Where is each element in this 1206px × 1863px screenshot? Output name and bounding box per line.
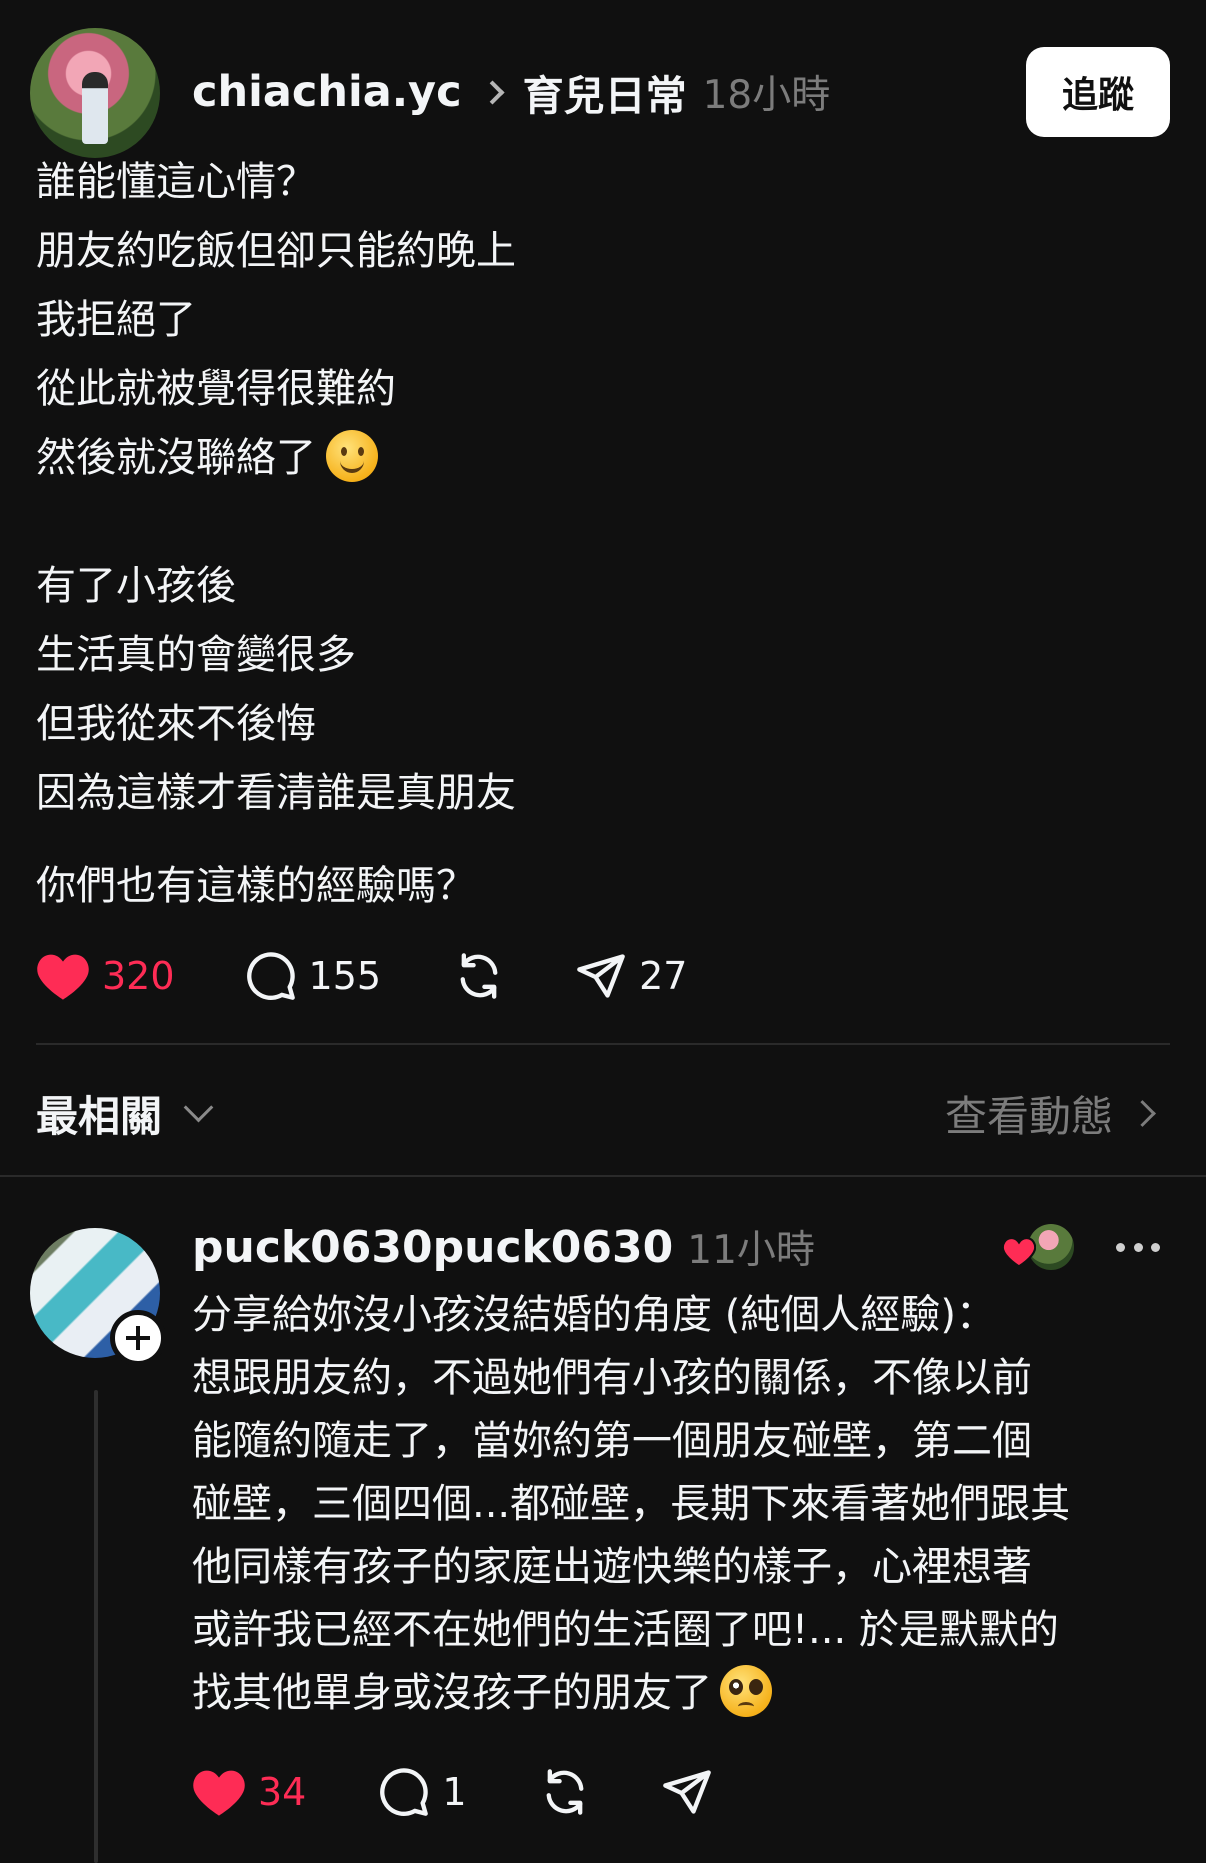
comment-bubble-icon (380, 1768, 429, 1816)
reply-repost-button[interactable] (539, 1766, 591, 1818)
smiling-face-emoji-icon (326, 430, 378, 482)
more-dot (1116, 1242, 1125, 1252)
pleading-face-emoji-icon (720, 1665, 772, 1717)
post-line: 生活真的會變很多 (36, 632, 356, 678)
repost-icon (460, 953, 498, 999)
post-line: 從此就被覺得很難約 (36, 366, 396, 412)
section-divider (0, 1175, 1206, 1177)
more-dot (1151, 1242, 1160, 1252)
post-line: 你們也有這樣的經驗嗎？ (36, 863, 476, 909)
chevron-right-icon (1129, 1099, 1156, 1127)
comment-sort-dropdown[interactable]: 最相關 (36, 1080, 214, 1146)
heart-filled-icon (193, 1770, 245, 1816)
comment-count: 155 (308, 954, 382, 998)
reply-line: 能隨約隨走了，當妳約第一個朋友碰壁，第二個 (192, 1418, 1032, 1464)
post-timestamp: 18小時 (702, 73, 831, 118)
post-paragraph-2: 有了小孩後 生活真的會變很多 但我從來不後悔 因為這樣才看清誰是真朋友 (36, 552, 1166, 828)
post-divider (36, 1043, 1170, 1045)
reply-line-with-emoji: 找其他單身或沒孩子的朋友了 (192, 1662, 1172, 1725)
share-count: 27 (639, 954, 688, 998)
comment-button[interactable]: 155 (245, 950, 382, 1002)
follow-button[interactable]: 追蹤 (1026, 47, 1170, 137)
sort-label: 最相關 (36, 1091, 163, 1141)
post-line: 有了小孩後 (36, 563, 236, 609)
reply-comment-button[interactable]: 1 (378, 1766, 467, 1818)
post-paragraph-3: 你們也有這樣的經驗嗎？ (36, 852, 1166, 921)
reply-line: 找其他單身或沒孩子的朋友了 (192, 1670, 712, 1716)
reply-comment-count: 1 (442, 1770, 467, 1814)
reply-line: 碰壁，三個四個...都碰壁，長期下來看著她們跟其 (192, 1481, 1071, 1527)
reply-line: 分享給妳沒小孩沒結婚的角度 (純個人經驗)： (192, 1292, 996, 1338)
like-button[interactable]: 320 (36, 951, 175, 1001)
view-activity-link[interactable]: 查看動態 (944, 1080, 1156, 1146)
post-paragraph-1: 誰能懂這心情？ 朋友約吃飯但卻只能約晚上 我拒絕了 從此就被覺得很難約 然後就沒… (36, 148, 1166, 493)
reply-line: 或許我已經不在她們的生活圈了吧!... 於是默默的 (192, 1607, 1059, 1653)
more-dot (1133, 1242, 1143, 1252)
reply-body: 分享給妳沒小孩沒結婚的角度 (純個人經驗)： 想跟朋友約，不過她們有小孩的關係，… (192, 1284, 1172, 1725)
author-liked-indicator (1002, 1220, 1082, 1276)
send-icon (577, 954, 625, 998)
author-avatar[interactable] (30, 28, 160, 158)
reply-header: puck0630puck0630 11小時 (192, 1217, 815, 1277)
send-icon (662, 1770, 711, 1814)
reply-timestamp: 11小時 (687, 1228, 815, 1273)
reply-line: 他同樣有孩子的家庭出遊快樂的樣子，心裡想著 (192, 1544, 1032, 1590)
comment-bubble-icon (246, 952, 295, 1000)
post-line: 朋友約吃飯但卻只能約晚上 (36, 228, 516, 274)
follow-plus-icon[interactable] (110, 1310, 166, 1366)
chevron-down-icon (183, 1092, 214, 1122)
avatar-person-figure (82, 72, 108, 144)
reply-thread-line (94, 1390, 98, 1863)
post-line: 我拒絕了 (36, 297, 196, 343)
view-activity-label: 查看動態 (944, 1091, 1113, 1141)
post-line: 然後就沒聯絡了 (36, 435, 316, 481)
heart-filled-icon (1002, 1237, 1036, 1267)
reply-like-button[interactable]: 34 (192, 1767, 306, 1817)
reply-line: 想跟朋友約，不過她們有小孩的關係，不像以前 (192, 1355, 1032, 1401)
like-count: 320 (102, 954, 175, 998)
reply-like-count: 34 (258, 1770, 307, 1814)
post-line: 但我從來不後悔 (36, 701, 316, 747)
author-username[interactable]: chiachia.yc (192, 67, 462, 117)
threads-post-page: chiachia.yc 育兒日常 18小時 追蹤 誰能懂這心情？ 朋友約吃飯但卻… (0, 0, 1206, 1863)
reply-share-button[interactable] (661, 1766, 713, 1818)
repost-icon (546, 1769, 583, 1815)
post-action-bar: 320 155 27 (36, 946, 687, 1006)
post-line: 因為這樣才看清誰是真朋友 (36, 770, 516, 816)
post-line: 誰能懂這心情？ (36, 159, 316, 205)
post-header: chiachia.yc 育兒日常 18小時 (192, 62, 830, 122)
post-line-with-emoji: 然後就沒聯絡了 (36, 424, 1166, 493)
share-button[interactable]: 27 (575, 950, 687, 1002)
topic-tag[interactable]: 育兒日常 (523, 62, 687, 122)
repost-button[interactable] (453, 950, 505, 1002)
more-options-icon[interactable] (1116, 1240, 1160, 1254)
chevron-right-icon (480, 79, 505, 105)
heart-filled-icon (37, 954, 89, 1000)
reply-author-username[interactable]: puck0630puck0630 (192, 1222, 673, 1273)
reply-action-bar: 34 1 (192, 1762, 713, 1822)
